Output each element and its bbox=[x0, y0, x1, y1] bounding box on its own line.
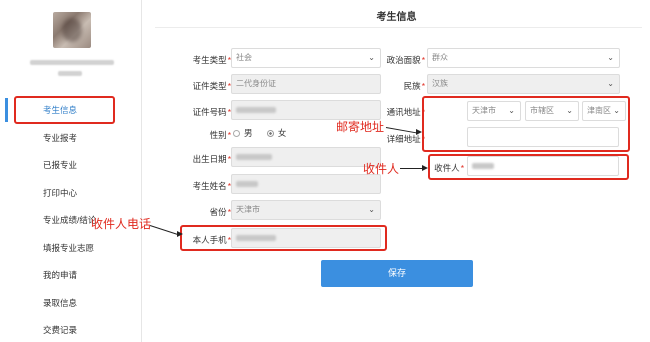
sidebar-item-my-applications[interactable]: 我的申请 bbox=[0, 262, 142, 290]
candidate-type-label: 考生类型* bbox=[192, 55, 231, 65]
province-select[interactable]: 天津市 ⌄ bbox=[231, 200, 381, 220]
gender-male-radio[interactable] bbox=[233, 130, 240, 138]
gender-female-label: 女 bbox=[277, 128, 287, 138]
sidebar-item-payment-records[interactable]: 交费记录 bbox=[0, 317, 142, 342]
highlight-box-candidate-info bbox=[14, 96, 115, 124]
political-status-select[interactable]: 群众 ⌄ bbox=[427, 48, 620, 68]
sidebar-item-applied-majors[interactable]: 已报专业 bbox=[0, 152, 142, 180]
id-type-field[interactable]: 二代身份证 bbox=[231, 74, 381, 94]
sidebar-item-major-application[interactable]: 专业报考 bbox=[0, 125, 142, 153]
arrowhead-mail-address bbox=[416, 129, 422, 135]
province-label: 省份* bbox=[209, 207, 231, 217]
sidebar-item-admission-info[interactable]: 录取信息 bbox=[0, 290, 142, 318]
id-number-label: 证件号码* bbox=[192, 107, 231, 117]
arrow-recipient bbox=[400, 168, 424, 169]
annotation-mail-address: 邮寄地址 bbox=[336, 120, 385, 134]
candidate-name-label: 考生姓名* bbox=[192, 181, 231, 191]
annotation-recipient: 收件人 bbox=[363, 162, 400, 176]
chevron-down-icon: ⌄ bbox=[607, 53, 614, 62]
gender-male-label: 男 bbox=[244, 128, 253, 138]
highlight-box-recipient bbox=[428, 154, 629, 180]
user-id-blurred bbox=[58, 71, 82, 76]
sidebar: 考生信息 专业报考 已报专业 打印中心 专业成绩/结论 填报专业志愿 我的申请 … bbox=[0, 0, 142, 342]
user-name-blurred bbox=[30, 60, 114, 65]
sidebar-item-major-preferences[interactable]: 填报专业志愿 bbox=[0, 235, 142, 263]
page-title: 考生信息 bbox=[376, 12, 417, 23]
arrowhead-recipient-phone bbox=[177, 231, 183, 237]
save-button[interactable]: 保存 bbox=[321, 260, 473, 287]
ethnicity-label: 民族* bbox=[403, 81, 425, 91]
title-divider bbox=[155, 27, 642, 28]
avatar bbox=[53, 12, 91, 48]
candidate-name-field[interactable] bbox=[231, 174, 381, 194]
political-status-label: 政治面貌* bbox=[386, 55, 425, 65]
ethnicity-select[interactable]: 汉族 ⌄ bbox=[427, 74, 620, 94]
gender-female-radio[interactable] bbox=[266, 130, 274, 138]
birth-date-blurred bbox=[236, 153, 272, 160]
gender-radio-group: 男 女 bbox=[233, 127, 286, 139]
highlight-box-phone bbox=[180, 225, 387, 251]
sidebar-item-print-center[interactable]: 打印中心 bbox=[0, 180, 142, 208]
mailing-address-label: 通讯地址* bbox=[386, 107, 425, 117]
id-number-field[interactable] bbox=[231, 100, 381, 120]
birth-date-field[interactable] bbox=[231, 147, 381, 167]
highlight-box-address bbox=[422, 96, 630, 152]
annotation-recipient-phone: 收件人电话 bbox=[91, 217, 152, 231]
arrowhead-recipient bbox=[422, 165, 428, 171]
gender-label: 性别* bbox=[209, 130, 231, 140]
id-type-label: 证件类型* bbox=[192, 81, 231, 91]
candidate-name-blurred bbox=[236, 180, 258, 187]
chevron-down-icon: ⌄ bbox=[607, 79, 614, 88]
candidate-type-select[interactable]: 社会 ⌄ bbox=[231, 48, 381, 68]
chevron-down-icon: ⌄ bbox=[368, 205, 375, 214]
id-number-blurred bbox=[236, 106, 276, 113]
birth-date-label: 出生日期* bbox=[192, 154, 231, 164]
